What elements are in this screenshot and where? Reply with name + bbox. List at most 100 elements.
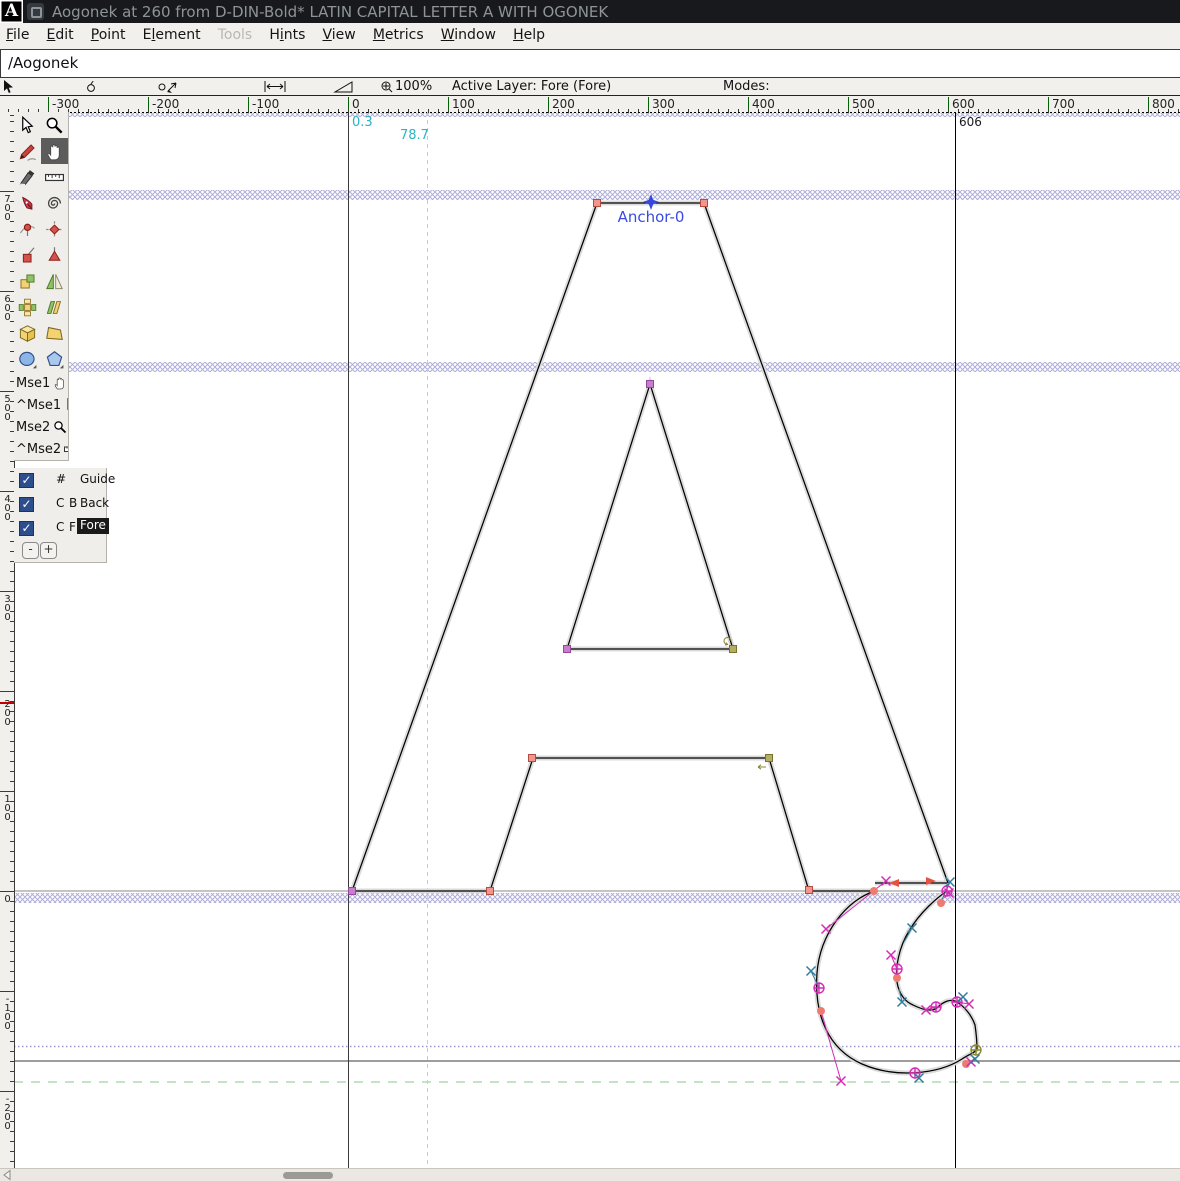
horizontal-scrollbar[interactable] bbox=[0, 1168, 1180, 1181]
glyph-outline-halo bbox=[352, 203, 977, 1073]
tool-skew[interactable] bbox=[41, 294, 68, 320]
tool-corner-point[interactable] bbox=[14, 242, 41, 268]
advance-width-value: 606 bbox=[959, 115, 982, 129]
contour-direction-icon bbox=[758, 765, 766, 769]
control-point[interactable] bbox=[959, 993, 968, 1002]
horizontal-ruler[interactable]: -300 -200 -100 0 100 200 300 400 500 600… bbox=[0, 95, 1180, 113]
layer-guide[interactable]: ✓ # Guide bbox=[14, 468, 106, 492]
layer-name[interactable]: Guide bbox=[80, 472, 115, 486]
menu-hints[interactable]: Hints bbox=[263, 23, 311, 43]
vertical-ruler[interactable]: 700 600 500 400 300 200 100 0 -100 -200 bbox=[0, 112, 15, 1168]
scrollbar-thumb[interactable] bbox=[283, 1172, 333, 1179]
tool-freehand[interactable] bbox=[14, 138, 41, 164]
vruler-label: 300 bbox=[1, 594, 14, 621]
menu-view[interactable]: View bbox=[316, 23, 361, 43]
vruler-label: 600 bbox=[1, 294, 14, 321]
curve-point[interactable] bbox=[971, 1045, 981, 1055]
vruler-label: 700 bbox=[1, 194, 14, 221]
corner-point[interactable] bbox=[564, 646, 571, 653]
toolbar: 100% Active Layer: Fore (Fore) Modes: bbox=[0, 78, 1180, 95]
first-point[interactable] bbox=[730, 646, 737, 653]
menu-point[interactable]: Point bbox=[85, 23, 132, 43]
tool-magnify[interactable] bbox=[41, 112, 68, 138]
layer-name[interactable]: Back bbox=[80, 496, 109, 510]
hruler-label: 700 bbox=[1048, 97, 1075, 112]
direction-arrow bbox=[889, 879, 899, 887]
tool-pointer[interactable] bbox=[14, 112, 41, 138]
coord-y-label: 78.7 bbox=[400, 128, 429, 143]
layer-guide-checkbox[interactable]: ✓ bbox=[19, 473, 34, 488]
layer-fore[interactable]: ✓ C F Fore bbox=[14, 516, 106, 540]
ruler-icon bbox=[64, 442, 68, 456]
hruler-label: 100 bbox=[448, 97, 475, 112]
corner-point[interactable] bbox=[701, 200, 708, 207]
corner-point[interactable] bbox=[806, 887, 813, 894]
tool-rotate[interactable] bbox=[14, 294, 41, 320]
control-point[interactable] bbox=[807, 967, 816, 976]
menu-help[interactable]: Help bbox=[507, 23, 551, 43]
menu-window[interactable]: Window bbox=[435, 23, 502, 43]
curve-point[interactable] bbox=[892, 964, 902, 974]
corner-point[interactable] bbox=[529, 755, 536, 762]
layer-flag: F bbox=[69, 520, 76, 534]
control-point[interactable] bbox=[887, 951, 896, 960]
glyph-outline[interactable] bbox=[352, 203, 977, 1073]
tool-perspective[interactable] bbox=[41, 320, 68, 346]
selected-point[interactable] bbox=[937, 899, 945, 907]
first-point[interactable] bbox=[766, 755, 773, 762]
glyph-name-field[interactable]: /Aogonek bbox=[0, 49, 1180, 78]
selected-point[interactable] bbox=[870, 887, 878, 895]
tool-palette: Mse1 ^Mse1 Mse2 ^Mse2 bbox=[14, 112, 69, 461]
tool-hvcurve-point[interactable] bbox=[41, 216, 68, 242]
selected-point[interactable] bbox=[817, 1007, 825, 1015]
vruler-label: 100 bbox=[1, 794, 14, 821]
window-icon[interactable] bbox=[27, 3, 44, 20]
curve-point[interactable] bbox=[931, 1002, 941, 1012]
alignment-zones bbox=[14, 113, 1180, 903]
layer-flag: C bbox=[56, 496, 64, 510]
corner-point[interactable] bbox=[487, 888, 494, 895]
curve-point[interactable] bbox=[814, 983, 824, 993]
corner-point[interactable] bbox=[349, 888, 356, 895]
menu-edit[interactable]: Edit bbox=[41, 23, 80, 43]
tool-polygon[interactable] bbox=[41, 346, 68, 372]
tool-spiro[interactable] bbox=[41, 190, 68, 216]
vruler-label: -100 bbox=[1, 994, 14, 1030]
tool-ruler[interactable] bbox=[41, 164, 68, 190]
tool-hand[interactable] bbox=[41, 138, 68, 164]
glyph-canvas[interactable]: 0.3 78.7 606 Anchor-0 bbox=[14, 112, 1180, 1168]
layer-flag: B bbox=[69, 496, 77, 510]
mouse-binding-mse1: Mse1 bbox=[14, 372, 68, 394]
tool-3d-rotate[interactable] bbox=[14, 320, 41, 346]
hruler-label: 500 bbox=[848, 97, 875, 112]
zoom-indicator-icon bbox=[380, 79, 393, 94]
tool-flip[interactable] bbox=[41, 268, 68, 294]
tool-scale[interactable] bbox=[14, 268, 41, 294]
menu-file[interactable]: File bbox=[0, 23, 35, 43]
menu-metrics[interactable]: Metrics bbox=[367, 23, 430, 43]
layer-fore-checkbox[interactable]: ✓ bbox=[19, 521, 34, 536]
distance-icon bbox=[263, 79, 287, 94]
on-curve-points bbox=[349, 200, 813, 895]
remove-layer-button[interactable]: - bbox=[22, 542, 39, 559]
add-layer-button[interactable]: + bbox=[40, 542, 57, 559]
layer-name[interactable]: Fore bbox=[77, 518, 109, 534]
tool-curve-point[interactable] bbox=[14, 216, 41, 242]
tool-tangent-point[interactable] bbox=[41, 242, 68, 268]
corner-point[interactable] bbox=[647, 381, 654, 388]
vruler-label: 500 bbox=[1, 394, 14, 421]
menu-element[interactable]: Element bbox=[137, 23, 207, 43]
selected-point[interactable] bbox=[893, 974, 901, 982]
scroll-left-arrow[interactable] bbox=[1, 1169, 13, 1181]
control-point[interactable] bbox=[971, 1055, 980, 1064]
tool-knife[interactable] bbox=[14, 164, 41, 190]
layer-back-checkbox[interactable]: ✓ bbox=[19, 497, 34, 512]
control-point[interactable] bbox=[837, 1077, 846, 1086]
modes-label: Modes: bbox=[723, 79, 770, 94]
tool-ellipse[interactable] bbox=[14, 346, 41, 372]
layer-back[interactable]: ✓ C B Back bbox=[14, 492, 106, 516]
corner-point[interactable] bbox=[594, 200, 601, 207]
pointer-icon bbox=[64, 398, 68, 412]
tool-pen[interactable] bbox=[14, 190, 41, 216]
pointer-mode-icon bbox=[158, 79, 178, 94]
